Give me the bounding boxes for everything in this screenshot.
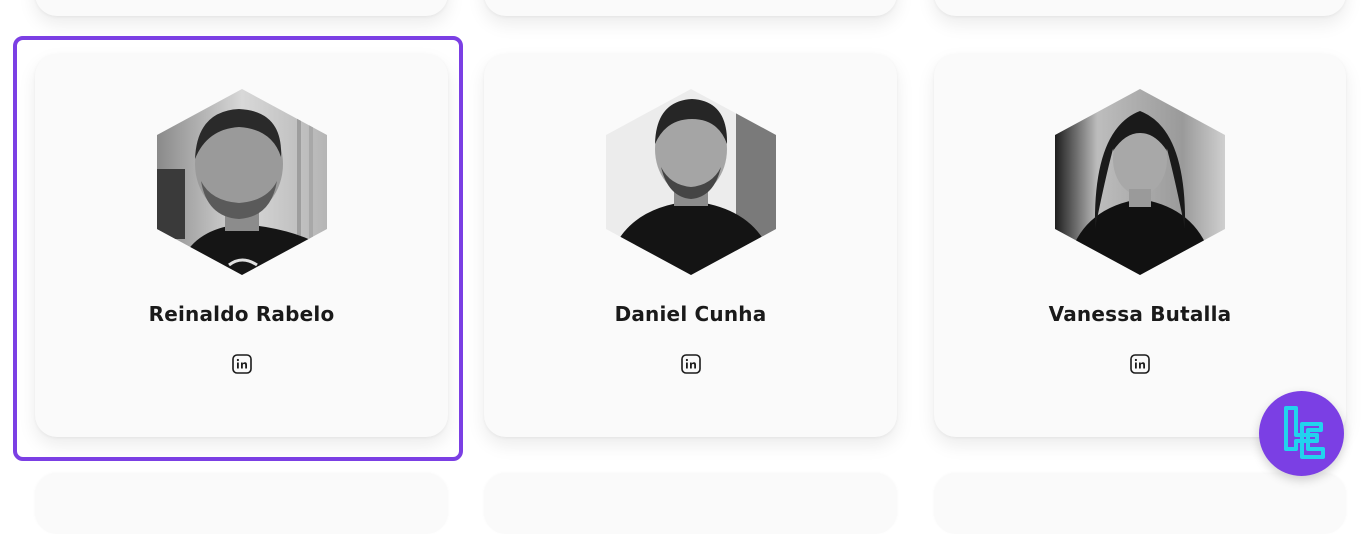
team-card-reinaldo-rabelo[interactable]: Reinaldo Rabelo xyxy=(35,54,448,437)
linkedin-icon[interactable] xyxy=(680,354,701,374)
member-photo xyxy=(156,89,327,275)
team-card-partial-bottom xyxy=(484,474,897,534)
tc-logo-button[interactable] xyxy=(1259,391,1344,476)
linkedin-icon[interactable] xyxy=(231,354,252,374)
member-photo xyxy=(1055,89,1225,275)
team-card-partial-top xyxy=(35,0,448,16)
team-card-partial-bottom xyxy=(934,474,1346,534)
team-card-partial-bottom xyxy=(35,474,448,534)
linkedin-icon[interactable] xyxy=(1130,354,1150,374)
tc-logo-icon xyxy=(1284,406,1325,459)
member-name: Reinaldo Rabelo xyxy=(148,302,335,326)
member-name: Vanessa Butalla xyxy=(1048,302,1232,326)
team-card-partial-top xyxy=(484,0,897,16)
member-photo xyxy=(605,89,776,275)
team-card-vanessa-butalla[interactable]: Vanessa Butalla xyxy=(934,54,1346,437)
team-card-partial-top xyxy=(934,0,1346,16)
team-card-daniel-cunha[interactable]: Daniel Cunha xyxy=(484,54,897,437)
member-name: Daniel Cunha xyxy=(614,302,767,326)
